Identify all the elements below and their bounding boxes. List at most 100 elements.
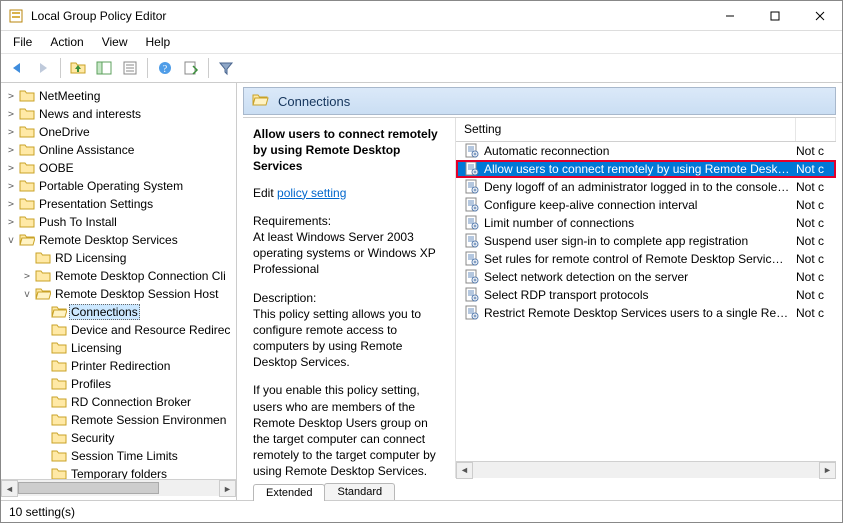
expand-toggle[interactable]: v (21, 289, 33, 300)
menu-file[interactable]: File (5, 33, 40, 51)
back-button[interactable] (5, 56, 29, 80)
folder-icon (35, 268, 51, 284)
policy-label: Configure keep-alive connection interval (484, 198, 796, 212)
scroll-right-icon[interactable]: ► (219, 480, 236, 497)
tree-node[interactable]: Security (37, 429, 236, 447)
policy-row[interactable]: Restrict Remote Desktop Services users t… (456, 304, 836, 322)
details-content: Allow users to connect remotely by using… (243, 117, 836, 478)
policy-row[interactable]: Set rules for remote control of Remote D… (456, 250, 836, 268)
tree-pane[interactable]: >NetMeeting>News and interests>OneDrive>… (1, 83, 237, 500)
tree-node[interactable]: RD Connection Broker (37, 393, 236, 411)
column-setting[interactable]: Setting (456, 118, 796, 141)
tree-node[interactable]: RD Licensing (21, 249, 236, 267)
policy-icon (464, 287, 480, 303)
expand-toggle[interactable]: > (5, 163, 17, 174)
policy-row[interactable]: Limit number of connectionsNot c (456, 214, 836, 232)
properties-button[interactable] (118, 56, 142, 80)
expand-toggle[interactable]: > (5, 127, 17, 138)
expand-toggle[interactable]: > (5, 181, 17, 192)
expand-toggle[interactable]: > (5, 145, 17, 156)
policy-icon (464, 161, 480, 177)
status-text: 10 setting(s) (9, 505, 75, 519)
menu-view[interactable]: View (94, 33, 136, 51)
expand-toggle[interactable]: > (5, 109, 17, 120)
policy-row[interactable]: Select RDP transport protocolsNot c (456, 286, 836, 304)
expand-toggle[interactable]: > (5, 199, 17, 210)
minimize-button[interactable] (707, 1, 752, 30)
requirements-body: At least Windows Server 2003 operating s… (253, 229, 445, 278)
tree-node[interactable]: >Remote Desktop Connection Cli (21, 267, 236, 285)
scroll-left-icon[interactable]: ◄ (456, 462, 473, 479)
tab-extended[interactable]: Extended (253, 484, 325, 501)
export-button[interactable] (179, 56, 203, 80)
tree-node[interactable]: Profiles (37, 375, 236, 393)
tree-node[interactable]: Device and Resource Redirec (37, 321, 236, 339)
tree-node[interactable]: Printer Redirection (37, 357, 236, 375)
details-title: Connections (278, 94, 350, 109)
tree-node[interactable]: vRemote Desktop Session Host (21, 285, 236, 303)
tree-node[interactable]: v Remote Desktop Services (5, 231, 236, 249)
filter-button[interactable] (214, 56, 238, 80)
folder-icon (19, 196, 35, 212)
scroll-right-icon[interactable]: ► (819, 462, 836, 479)
folder-icon (19, 142, 35, 158)
policy-state: Not c (796, 288, 836, 302)
folder-icon (252, 92, 270, 110)
show-hide-tree-button[interactable] (92, 56, 116, 80)
tree-node[interactable]: >NetMeeting (5, 87, 236, 105)
tree-node[interactable]: >Online Assistance (5, 141, 236, 159)
tree-label: Security (69, 431, 116, 445)
tree-node[interactable]: >Push To Install (5, 213, 236, 231)
close-button[interactable] (797, 1, 842, 30)
tree-label: Presentation Settings (37, 197, 155, 211)
policy-description: Allow users to connect remotely by using… (243, 118, 455, 478)
tab-standard[interactable]: Standard (324, 483, 395, 500)
edit-policy-link[interactable]: policy setting (277, 186, 346, 200)
menu-help[interactable]: Help (138, 33, 179, 51)
tree-node[interactable]: Remote Session Environmen (37, 411, 236, 429)
policy-icon (464, 233, 480, 249)
policy-list: Setting Automatic reconnectionNot cAllow… (455, 118, 836, 478)
policy-state: Not c (796, 198, 836, 212)
policy-row[interactable]: Allow users to connect remotely by using… (456, 160, 836, 178)
tree-node[interactable]: Licensing (37, 339, 236, 357)
tree-label: Profiles (69, 377, 113, 391)
tree-node[interactable]: >OOBE (5, 159, 236, 177)
tree-label: RD Licensing (53, 251, 128, 265)
policy-row[interactable]: Configure keep-alive connection interval… (456, 196, 836, 214)
policy-row[interactable]: Select network detection on the serverNo… (456, 268, 836, 286)
help-button[interactable]: ? (153, 56, 177, 80)
tree-node[interactable]: Connections (37, 303, 236, 321)
list-scrollbar[interactable]: ◄ ► (456, 461, 836, 478)
expand-toggle[interactable]: > (5, 217, 17, 228)
expand-toggle[interactable]: v (5, 235, 17, 246)
forward-button[interactable] (31, 56, 55, 80)
expand-toggle[interactable]: > (21, 271, 33, 282)
policy-label: Select RDP transport protocols (484, 288, 796, 302)
tree-node[interactable]: > Presentation Settings (5, 195, 236, 213)
tree-node[interactable]: Session Time Limits (37, 447, 236, 465)
policy-state: Not c (796, 252, 836, 266)
description-body: This policy setting allows you to config… (253, 306, 445, 371)
up-button[interactable] (66, 56, 90, 80)
tree-scrollbar[interactable]: ◄ ► (1, 479, 236, 496)
menu-action[interactable]: Action (42, 33, 91, 51)
statusbar: 10 setting(s) (1, 500, 842, 522)
policy-row[interactable]: Automatic reconnectionNot c (456, 142, 836, 160)
policy-label: Limit number of connections (484, 216, 796, 230)
tree-node[interactable]: >OneDrive (5, 123, 236, 141)
column-state[interactable] (796, 118, 836, 141)
policy-row[interactable]: Deny logoff of an administrator logged i… (456, 178, 836, 196)
scroll-left-icon[interactable]: ◄ (1, 480, 18, 497)
policy-icon (464, 179, 480, 195)
maximize-button[interactable] (752, 1, 797, 30)
policy-label: Restrict Remote Desktop Services users t… (484, 306, 796, 320)
toolbar-separator (147, 58, 148, 78)
tree-node[interactable]: >Portable Operating System (5, 177, 236, 195)
tree-node[interactable]: >News and interests (5, 105, 236, 123)
tree: >NetMeeting>News and interests>OneDrive>… (1, 87, 236, 483)
expand-toggle[interactable]: > (5, 91, 17, 102)
policy-row[interactable]: Suspend user sign-in to complete app reg… (456, 232, 836, 250)
tree-label: Remote Desktop Services (37, 233, 180, 247)
menubar: File Action View Help (1, 31, 842, 53)
